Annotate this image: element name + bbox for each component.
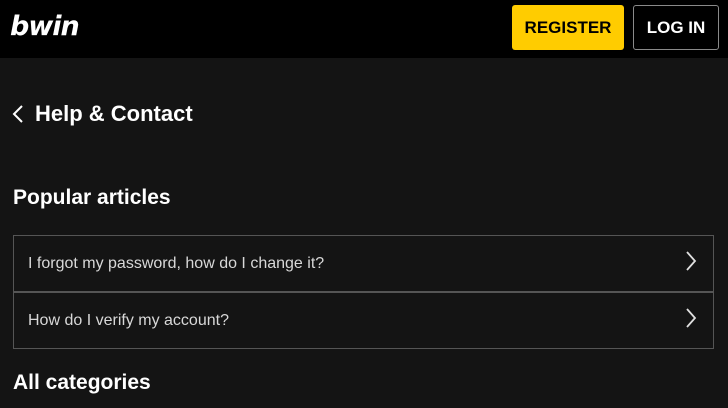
top-bar: bwin REGISTER LOG IN xyxy=(0,0,728,58)
register-button[interactable]: REGISTER xyxy=(512,5,624,50)
bwin-logo[interactable]: bwin xyxy=(10,10,80,44)
chevron-left-icon[interactable] xyxy=(11,103,25,125)
login-button[interactable]: LOG IN xyxy=(633,5,719,50)
article-label: I forgot my password, how do I change it… xyxy=(28,254,325,272)
article-forgot-password[interactable]: I forgot my password, how do I change it… xyxy=(13,235,714,292)
article-verify-account[interactable]: How do I verify my account? xyxy=(13,292,714,349)
back-link[interactable]: Help & Contact xyxy=(11,98,193,130)
page-title: Help & Contact xyxy=(35,101,193,126)
chevron-right-icon xyxy=(685,307,697,334)
chevron-right-icon xyxy=(685,250,697,277)
popular-articles-list: I forgot my password, how do I change it… xyxy=(13,235,714,349)
all-categories-heading: All categories xyxy=(13,371,151,394)
article-label: How do I verify my account? xyxy=(28,311,229,329)
popular-articles-heading: Popular articles xyxy=(13,186,171,209)
